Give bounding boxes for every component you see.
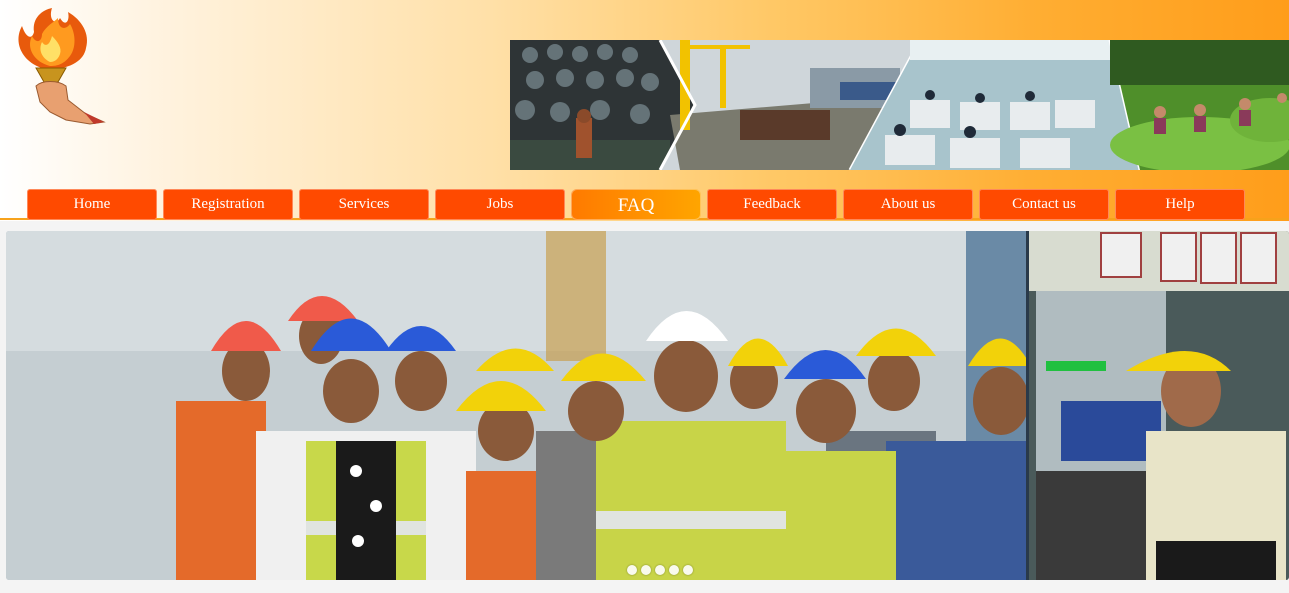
- nav-registration[interactable]: Registration: [163, 189, 293, 220]
- nav-faq[interactable]: FAQ: [571, 189, 701, 220]
- torch-logo-icon[interactable]: [10, 8, 106, 126]
- site-header: Home Registration Services Jobs FAQ Feed…: [0, 0, 1289, 221]
- slider-dot-5[interactable]: [683, 565, 693, 575]
- nav-help[interactable]: Help: [1115, 189, 1245, 220]
- slider-dot-2[interactable]: [641, 565, 651, 575]
- header-banner: [510, 40, 1289, 170]
- slider-dot-1[interactable]: [627, 565, 637, 575]
- nav-contact-us[interactable]: Contact us: [979, 189, 1109, 220]
- nav-home[interactable]: Home: [27, 189, 157, 220]
- slider-pagination: [627, 565, 697, 575]
- nav-jobs[interactable]: Jobs: [435, 189, 565, 220]
- slider-dot-4[interactable]: [669, 565, 679, 575]
- nav-about-us[interactable]: About us: [843, 189, 973, 220]
- main-nav: Home Registration Services Jobs FAQ Feed…: [27, 189, 1257, 220]
- nav-feedback[interactable]: Feedback: [707, 189, 837, 220]
- nav-services[interactable]: Services: [299, 189, 429, 220]
- slider-dot-3[interactable]: [655, 565, 665, 575]
- image-slider[interactable]: [6, 231, 1289, 580]
